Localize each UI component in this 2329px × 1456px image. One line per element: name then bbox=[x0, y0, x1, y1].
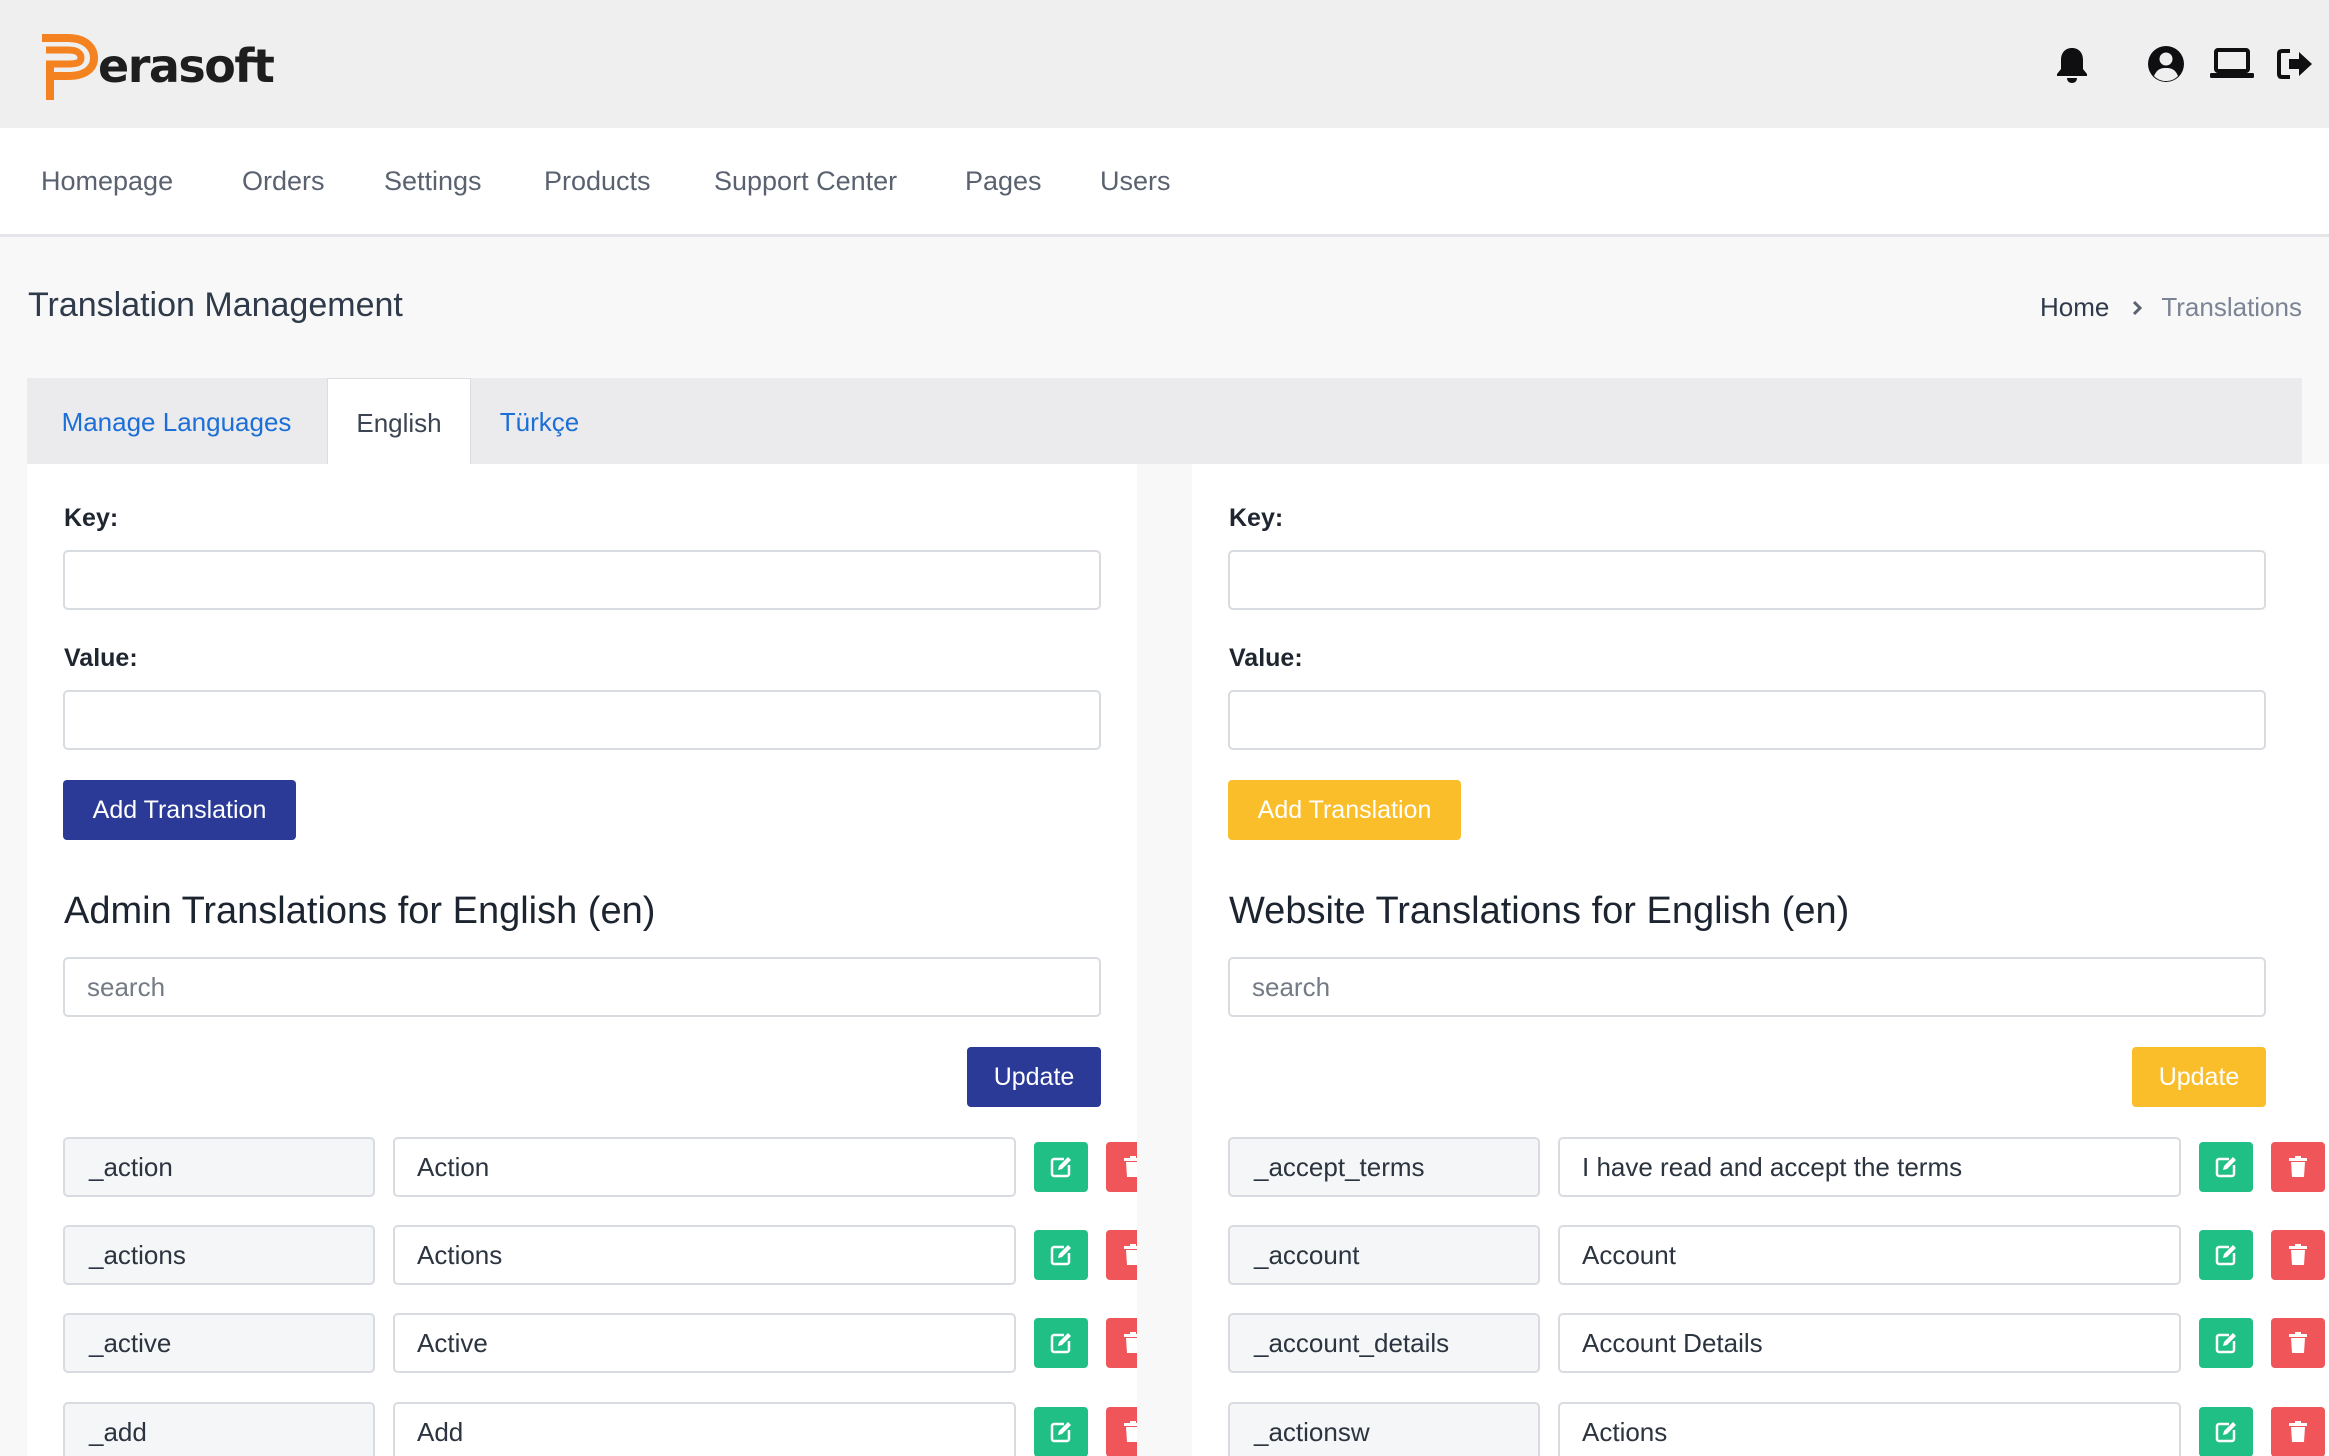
brand-logo[interactable]: erasoft bbox=[40, 32, 275, 104]
laptop-icon bbox=[2210, 48, 2254, 78]
trash-icon bbox=[2289, 1421, 2307, 1442]
delete-button[interactable] bbox=[2271, 1407, 2325, 1456]
bell-icon bbox=[2057, 48, 2087, 83]
brand-logo-mark-icon bbox=[42, 34, 99, 100]
nav-item-users[interactable]: Users bbox=[1100, 128, 1171, 234]
website-translations-panel: Key: Value: Add Translation Website Tran… bbox=[1192, 464, 2329, 1456]
admin-key-label: Key: bbox=[64, 504, 119, 532]
edit-button[interactable] bbox=[2199, 1230, 2253, 1280]
trash-icon bbox=[1124, 1156, 1137, 1177]
nav-item-support-center[interactable]: Support Center bbox=[714, 128, 897, 234]
translation-key: _active bbox=[63, 1313, 375, 1373]
translation-key: _actionsw bbox=[1228, 1402, 1540, 1456]
website-search-input[interactable] bbox=[1228, 957, 2266, 1017]
tab-turkce[interactable]: Türkçe bbox=[472, 378, 607, 464]
translation-value-input[interactable]: Action bbox=[393, 1137, 1016, 1197]
nav-item-settings[interactable]: Settings bbox=[384, 128, 482, 234]
admin-key-input[interactable] bbox=[63, 550, 1101, 610]
translation-value-input[interactable]: Actions bbox=[393, 1225, 1016, 1285]
admin-update-button[interactable]: Update bbox=[967, 1047, 1101, 1107]
delete-button[interactable] bbox=[1106, 1407, 1137, 1456]
page-title: Translation Management bbox=[28, 286, 403, 324]
translation-value-input[interactable]: I have read and accept the terms bbox=[1558, 1137, 2181, 1197]
delete-button[interactable] bbox=[1106, 1230, 1137, 1280]
website-value-label: Value: bbox=[1229, 644, 1303, 672]
chevron-right-icon bbox=[2131, 299, 2143, 317]
website-key-label: Key: bbox=[1229, 504, 1284, 532]
website-add-translation-button[interactable]: Add Translation bbox=[1228, 780, 1461, 840]
delete-button[interactable] bbox=[1106, 1142, 1137, 1192]
admin-section-title: Admin Translations for English (en) bbox=[64, 890, 656, 932]
edit-icon bbox=[1050, 1157, 1071, 1178]
tab-manage-languages[interactable]: Manage Languages bbox=[27, 378, 326, 464]
trash-icon bbox=[1124, 1332, 1137, 1353]
brand-name: erasoft bbox=[98, 39, 275, 93]
translation-key: _account_details bbox=[1228, 1313, 1540, 1373]
translation-value-input[interactable]: Active bbox=[393, 1313, 1016, 1373]
language-tabs: Manage Languages English Türkçe bbox=[27, 378, 2302, 465]
trash-icon bbox=[2289, 1244, 2307, 1265]
edit-icon bbox=[1050, 1422, 1071, 1443]
admin-search-input[interactable] bbox=[63, 957, 1101, 1017]
nav-item-pages[interactable]: Pages bbox=[965, 128, 1042, 234]
translation-key: _actions bbox=[63, 1225, 375, 1285]
edit-button[interactable] bbox=[2199, 1318, 2253, 1368]
edit-button[interactable] bbox=[1034, 1230, 1088, 1280]
tab-english[interactable]: English bbox=[327, 378, 471, 465]
nav-item-orders[interactable]: Orders bbox=[242, 128, 325, 234]
edit-button[interactable] bbox=[1034, 1407, 1088, 1456]
translation-key: _add bbox=[63, 1402, 375, 1456]
profile-button[interactable] bbox=[2142, 40, 2190, 88]
edit-button[interactable] bbox=[2199, 1142, 2253, 1192]
edit-button[interactable] bbox=[2199, 1407, 2253, 1456]
edit-icon bbox=[1050, 1333, 1071, 1354]
delete-button[interactable] bbox=[1106, 1318, 1137, 1368]
delete-button[interactable] bbox=[2271, 1230, 2325, 1280]
admin-value-label: Value: bbox=[64, 644, 138, 672]
translation-key: _accept_terms bbox=[1228, 1137, 1540, 1197]
translation-value-input[interactable]: Account Details bbox=[1558, 1313, 2181, 1373]
breadcrumb: Home Translations bbox=[2040, 292, 2302, 323]
edit-icon bbox=[2215, 1245, 2236, 1266]
nav-item-products[interactable]: Products bbox=[544, 128, 651, 234]
translation-value-input[interactable]: Account bbox=[1558, 1225, 2181, 1285]
edit-button[interactable] bbox=[1034, 1318, 1088, 1368]
edit-icon bbox=[2215, 1333, 2236, 1354]
view-website-button[interactable] bbox=[2208, 40, 2256, 88]
translation-key: _action bbox=[63, 1137, 375, 1197]
website-key-input[interactable] bbox=[1228, 550, 2266, 610]
trash-icon bbox=[1124, 1421, 1137, 1442]
delete-button[interactable] bbox=[2271, 1142, 2325, 1192]
translation-value-input[interactable]: Actions bbox=[1558, 1402, 2181, 1456]
breadcrumb-current: Translations bbox=[2161, 292, 2302, 322]
website-section-title: Website Translations for English (en) bbox=[1229, 890, 1850, 932]
admin-value-input[interactable] bbox=[63, 690, 1101, 750]
nav-item-homepage[interactable]: Homepage bbox=[41, 128, 173, 234]
website-value-input[interactable] bbox=[1228, 690, 2266, 750]
user-circle-icon bbox=[2148, 46, 2184, 82]
translation-value-input[interactable]: Add bbox=[393, 1402, 1016, 1456]
trash-icon bbox=[2289, 1156, 2307, 1177]
trash-icon bbox=[1124, 1244, 1137, 1265]
translation-key: _account bbox=[1228, 1225, 1540, 1285]
edit-icon bbox=[2215, 1422, 2236, 1443]
breadcrumb-home-link[interactable]: Home bbox=[2040, 292, 2109, 323]
main-navigation: Homepage Orders Settings Products Suppor… bbox=[0, 128, 2329, 237]
admin-translations-panel: Key: Value: Add Translation Admin Transl… bbox=[27, 464, 1137, 1456]
logout-button[interactable] bbox=[2271, 40, 2319, 88]
sign-out-icon bbox=[2277, 49, 2312, 79]
admin-add-translation-button[interactable]: Add Translation bbox=[63, 780, 296, 840]
website-update-button[interactable]: Update bbox=[2132, 1047, 2266, 1107]
edit-icon bbox=[2215, 1157, 2236, 1178]
edit-icon bbox=[1050, 1245, 1071, 1266]
notifications-button[interactable] bbox=[2048, 40, 2096, 88]
delete-button[interactable] bbox=[2271, 1318, 2325, 1368]
trash-icon bbox=[2289, 1332, 2307, 1353]
edit-button[interactable] bbox=[1034, 1142, 1088, 1192]
top-header: erasoft bbox=[0, 0, 2329, 128]
